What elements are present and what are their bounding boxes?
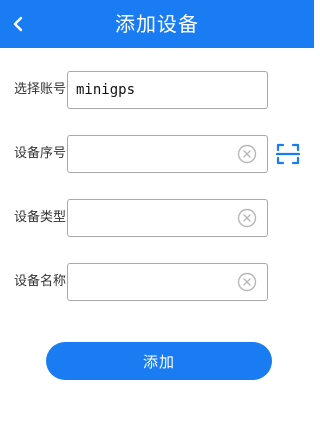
clear-circle-icon[interactable]: [237, 272, 257, 292]
app-header: 添加设备: [0, 0, 314, 48]
serial-field[interactable]: [67, 135, 268, 173]
type-field[interactable]: [67, 199, 268, 237]
type-input[interactable]: [68, 200, 236, 236]
type-row: 设备类型: [0, 199, 314, 237]
name-field[interactable]: [67, 263, 268, 301]
account-label: 选择账号: [14, 82, 67, 97]
account-field[interactable]: [67, 71, 268, 109]
name-input[interactable]: [68, 264, 236, 300]
name-row: 设备名称: [0, 263, 314, 301]
clear-circle-icon[interactable]: [237, 144, 257, 164]
serial-row: 设备序号: [0, 135, 314, 173]
name-label: 设备名称: [14, 274, 67, 289]
chevron-left-icon: [13, 16, 23, 32]
scan-icon[interactable]: [276, 142, 300, 166]
back-button[interactable]: [0, 0, 36, 48]
clear-circle-icon[interactable]: [237, 208, 257, 228]
type-label: 设备类型: [14, 210, 67, 225]
add-device-button[interactable]: 添加: [46, 342, 272, 380]
serial-label: 设备序号: [14, 146, 67, 161]
page-title: 添加设备: [115, 12, 199, 36]
account-input[interactable]: [68, 72, 236, 108]
serial-input[interactable]: [68, 136, 236, 172]
account-row: 选择账号: [0, 71, 314, 109]
